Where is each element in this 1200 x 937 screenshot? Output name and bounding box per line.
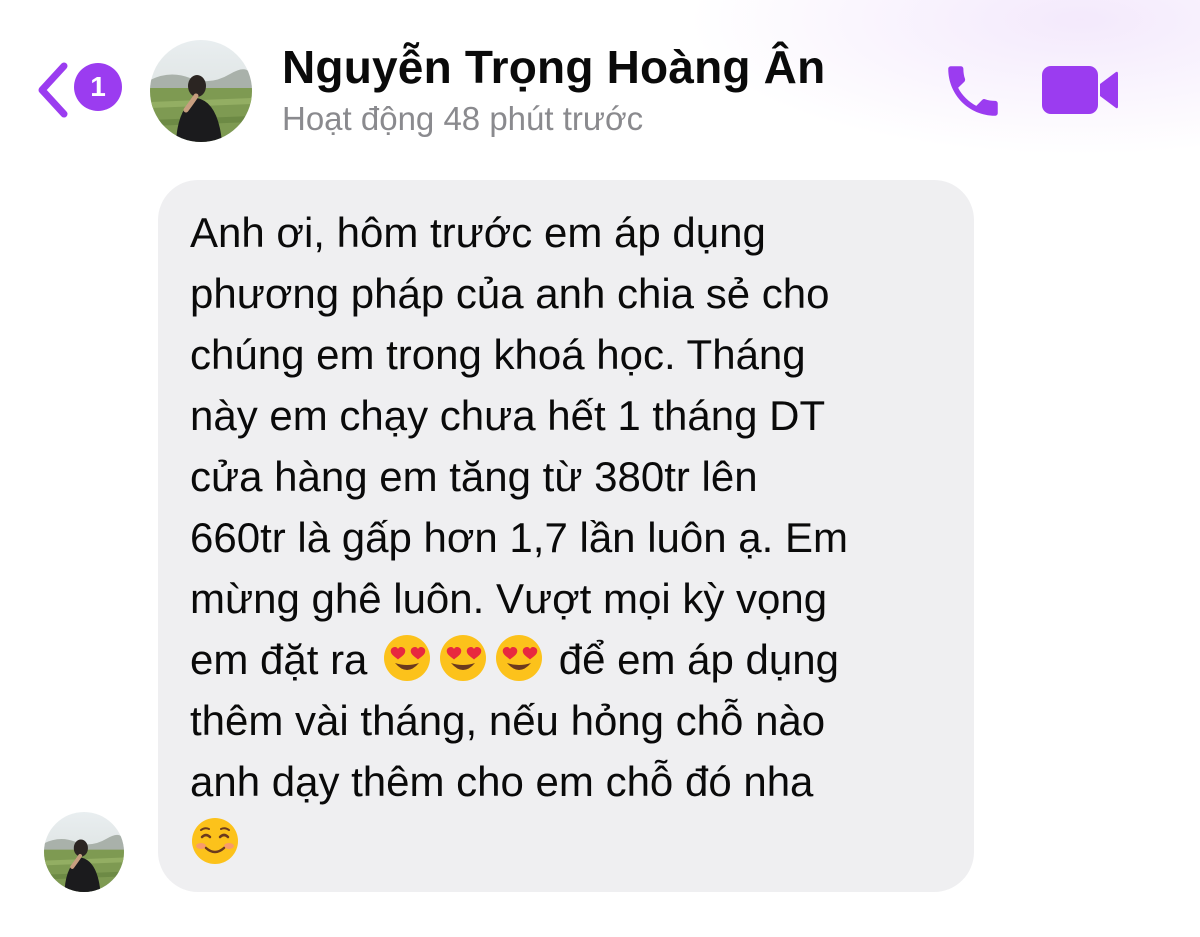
message-line: phương pháp của anh chia sẻ cho — [190, 270, 830, 317]
message-text: Anh ơi, hôm trước em áp dụng phương pháp… — [190, 202, 944, 873]
contact-avatar[interactable] — [150, 40, 252, 142]
heart-eyes-emoji-icon — [440, 635, 487, 681]
chat-screen: 1 Nguyễn Trọng Hoàng Ân Hoạt động 48 phú… — [0, 0, 1200, 937]
contact-name: Nguyễn Trọng Hoàng Ân — [282, 41, 826, 93]
heart-eyes-emoji-icon — [496, 635, 543, 681]
avatar-photo — [150, 40, 252, 142]
chevron-left-icon — [38, 62, 68, 118]
smiling-face-emoji-icon — [192, 818, 238, 864]
message-line: 660tr là gấp hơn 1,7 lần luôn ạ. Em — [190, 514, 848, 561]
sender-avatar[interactable] — [44, 812, 124, 892]
message-fragment: em đặt ra — [190, 636, 368, 683]
unread-count-badge: 1 — [74, 63, 122, 111]
message-line-with-emoji: em đặt ra để em áp dụng — [190, 629, 944, 690]
message-line: mừng ghê luôn. Vượt mọi kỳ vọng — [190, 575, 828, 622]
message-line-emoji — [190, 812, 944, 873]
message-fragment: để em áp dụng — [558, 636, 839, 683]
phone-icon — [948, 66, 998, 116]
video-call-button[interactable] — [1040, 62, 1120, 118]
heart-eyes-emoji-icon — [384, 635, 431, 681]
video-camera-icon — [1042, 66, 1118, 114]
chat-header: 1 Nguyễn Trọng Hoàng Ân Hoạt động 48 phú… — [0, 0, 1200, 160]
audio-call-button[interactable] — [940, 58, 1006, 124]
message-line: chúng em trong khoá học. Tháng — [190, 331, 806, 378]
activity-status: Hoạt động 48 phút trước — [282, 100, 644, 137]
message-line: thêm vài tháng, nếu hỏng chỗ nào — [190, 697, 826, 744]
back-button[interactable]: 1 — [34, 58, 124, 122]
message-line: này em chạy chưa hết 1 tháng DT — [190, 392, 826, 439]
message-line: anh dạy thêm cho em chỗ đó nha — [190, 758, 814, 805]
message-line: cửa hàng em tăng từ 380tr lên — [190, 453, 758, 500]
message-line: Anh ơi, hôm trước em áp dụng — [190, 209, 766, 256]
avatar-photo — [44, 812, 124, 892]
message-bubble[interactable]: Anh ơi, hôm trước em áp dụng phương pháp… — [158, 180, 974, 892]
